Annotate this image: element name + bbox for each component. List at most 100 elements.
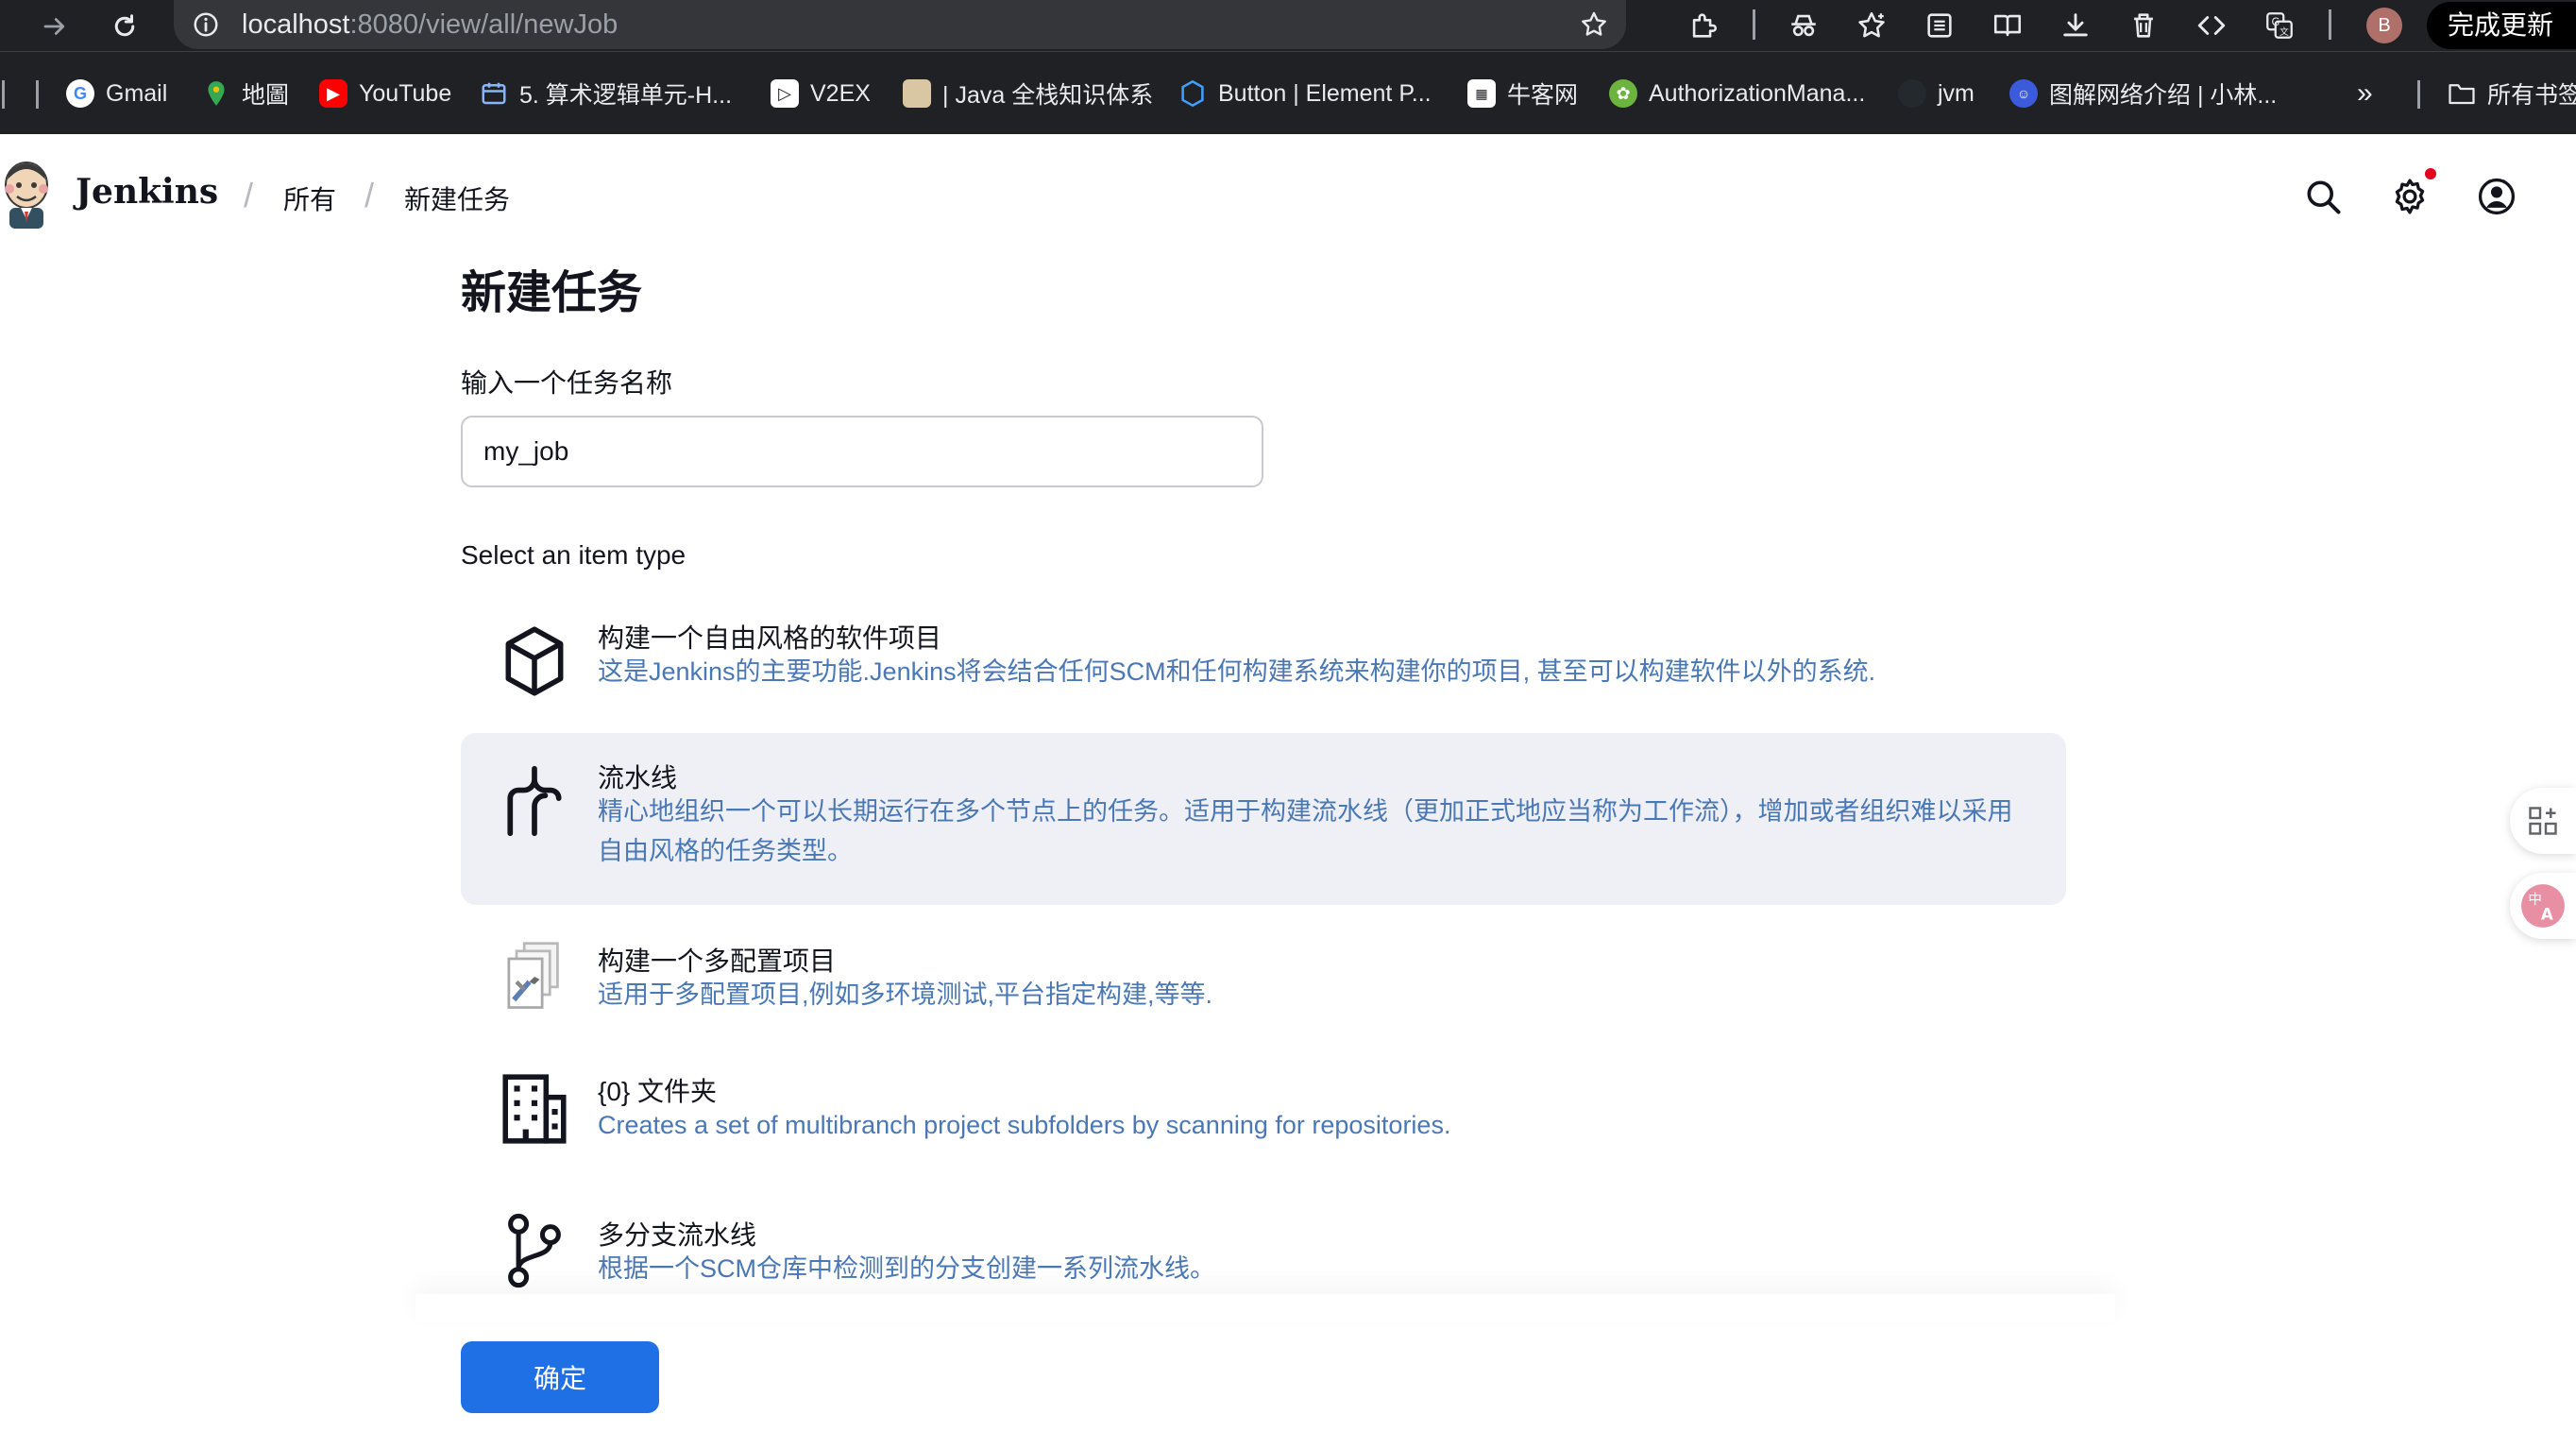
bookmark-label: | Java 全栈知识体系: [942, 82, 1154, 109]
jenkins-header: Jenkins / 所有 / 新建任务: [0, 134, 2576, 257]
breadcrumb-all[interactable]: 所有: [283, 179, 336, 217]
bookmark-item[interactable]: jvm: [1898, 73, 1974, 114]
translate-widget-icon[interactable]: 中A: [2510, 873, 2576, 939]
xiaolin-icon: ☺: [2009, 79, 2038, 108]
bookmark-label: jvm: [1938, 79, 1974, 107]
item-type-description: Creates a set of multibranch project sub…: [598, 1111, 1451, 1139]
bookmark-item[interactable]: ▦ 牛客网: [1467, 73, 1578, 114]
translate-icon[interactable]: G文: [2262, 9, 2296, 43]
all-bookmarks-folder[interactable]: 所有书签: [2448, 73, 2576, 114]
site-info-icon[interactable]: [191, 9, 221, 40]
bookmark-label: 所有书签: [2487, 82, 2576, 109]
toolbar-divider: [2329, 9, 2331, 40]
more-bookmarks-chevron-icon[interactable]: »: [2357, 73, 2373, 114]
incognito-icon[interactable]: [1787, 9, 1821, 43]
settings-gear-icon[interactable]: [2389, 176, 2431, 217]
bookmark-label: 5. 算术逻辑单元-H...: [519, 82, 733, 109]
item-type-description: 精心地组织一个可以长期运行在多个节点上的任务。适用于构建流水线（更加正式地应当称…: [598, 797, 2013, 865]
bookmark-divider: [36, 80, 39, 109]
item-type-description: 适用于多配置项目,例如多环境测试,平台指定构建,等等.: [598, 980, 1213, 1009]
download-icon[interactable]: [2059, 9, 2093, 43]
bookmark-item[interactable]: | Java 全栈知识体系: [903, 73, 1153, 114]
multi-config-icon: [495, 937, 574, 1016]
svg-text:中: 中: [2528, 892, 2542, 908]
svg-text:G: G: [2272, 15, 2280, 28]
bookmark-label: Gmail: [106, 79, 168, 107]
item-type-pipeline[interactable]: 流水线 精心地组织一个可以长期运行在多个节点上的任务。适用于构建流水线（更加正式…: [461, 733, 2066, 905]
trash-icon[interactable]: [2127, 9, 2161, 43]
url-text: localhost:8080/view/all/newJob: [242, 9, 619, 40]
address-bar[interactable]: localhost:8080/view/all/newJob: [174, 0, 1626, 49]
bookmark-item[interactable]: 5. 算术逻辑单元-H...: [480, 73, 732, 114]
bookmark-item[interactable]: G Gmail: [66, 73, 167, 114]
bookmark-item[interactable]: Button | Element P...: [1178, 73, 1432, 114]
item-type-heading: Select an item type: [461, 540, 686, 570]
bookmark-label: 图解网络介绍 | 小林...: [2049, 82, 2278, 109]
reading-list-icon[interactable]: [1923, 9, 1957, 43]
bookmark-label: Button | Element P...: [1218, 79, 1432, 107]
bookmark-star-icon[interactable]: [1579, 9, 1609, 40]
bookmark-item[interactable]: ☺ 图解网络介绍 | 小林...: [2009, 73, 2277, 114]
app-grid-icon[interactable]: [2510, 788, 2576, 854]
item-type-organization-folder[interactable]: {0} 文件夹 Creates a set of multibranch pro…: [461, 1045, 2066, 1186]
breadcrumb-current[interactable]: 新建任务: [404, 179, 510, 217]
item-type-freestyle[interactable]: 构建一个自由风格的软件项目 这是Jenkins的主要功能.Jenkins将会结合…: [461, 593, 2066, 735]
breadcrumb-separator: /: [364, 176, 375, 214]
reader-mode-icon[interactable]: [1991, 9, 2025, 43]
item-name-input[interactable]: [461, 416, 1263, 487]
github-icon: [1898, 79, 1926, 108]
item-type-multi-config[interactable]: 构建一个多配置项目 适用于多配置项目,例如多环境测试,平台指定构建,等等.: [461, 912, 2066, 1045]
pipeline-icon: [495, 761, 574, 841]
profile-avatar[interactable]: B: [2366, 8, 2402, 43]
folder-icon: [2448, 79, 2476, 108]
v2ex-icon: ▷: [771, 79, 799, 108]
bookmark-item[interactable]: 地圖: [202, 73, 289, 114]
bookmark-item[interactable]: ▶ YouTube: [319, 73, 451, 114]
jenkins-app-name[interactable]: Jenkins: [76, 172, 218, 212]
java-site-icon: [903, 79, 931, 108]
bookmark-label: YouTube: [359, 79, 452, 107]
google-icon: G: [66, 79, 94, 108]
bookmark-item[interactable]: ▷ V2EX: [771, 73, 871, 114]
reload-icon[interactable]: [106, 8, 144, 45]
svg-text:A: A: [2541, 906, 2553, 924]
item-name-label: 输入一个任务名称: [461, 368, 673, 398]
extensions-puzzle-icon[interactable]: [1686, 9, 1720, 43]
bookmark-divider: [2417, 80, 2420, 109]
calendar-icon: [480, 79, 508, 108]
bookmark-label: 地圖: [242, 82, 290, 109]
bookmark-label: 牛客网: [1507, 82, 1579, 109]
favorites-star-icon[interactable]: [1855, 9, 1889, 43]
branch-icon: [495, 1211, 574, 1290]
maps-pin-icon: [202, 79, 230, 108]
bookmark-divider: [2, 80, 5, 109]
bookmark-label: AuthorizationMana...: [1649, 79, 1866, 107]
footer-divider: [415, 1294, 2115, 1322]
breadcrumb-separator: /: [244, 176, 254, 214]
item-type-title: 构建一个多配置项目: [598, 946, 837, 976]
item-type-title: 构建一个自由风格的软件项目: [598, 623, 942, 653]
devtools-code-icon[interactable]: [2195, 9, 2229, 43]
element-icon: [1178, 79, 1207, 108]
svg-text:文: 文: [2279, 26, 2289, 38]
bookmark-label: V2EX: [810, 79, 871, 107]
toolbar-divider: [1753, 9, 1755, 40]
item-type-description: 根据一个SCM仓库中检测到的分支创建一系列流水线。: [598, 1254, 1215, 1283]
user-account-icon[interactable]: [2476, 176, 2517, 217]
jenkins-logo-icon[interactable]: [0, 161, 53, 229]
building-icon: [495, 1069, 574, 1149]
update-button[interactable]: 完成更新: [2427, 2, 2576, 49]
page-title: 新建任务: [461, 268, 643, 318]
nowcoder-icon: ▦: [1467, 79, 1496, 108]
youtube-icon: ▶: [319, 79, 347, 108]
item-type-title: 流水线: [598, 763, 678, 793]
browser-toolbar: localhost:8080/view/all/newJob G文 B 完成更新: [0, 0, 2576, 51]
forward-arrow-icon[interactable]: [36, 8, 74, 45]
bookmark-item[interactable]: ✿ AuthorizationMana...: [1609, 73, 1865, 114]
ok-button[interactable]: 确定: [461, 1341, 659, 1413]
search-icon[interactable]: [2302, 176, 2344, 217]
item-type-title: {0} 文件夹: [598, 1077, 718, 1106]
notification-badge: [2425, 168, 2436, 179]
item-type-description: 这是Jenkins的主要功能.Jenkins将会结合任何SCM和任何构建系统来构…: [598, 657, 1876, 686]
box-icon: [495, 622, 574, 701]
